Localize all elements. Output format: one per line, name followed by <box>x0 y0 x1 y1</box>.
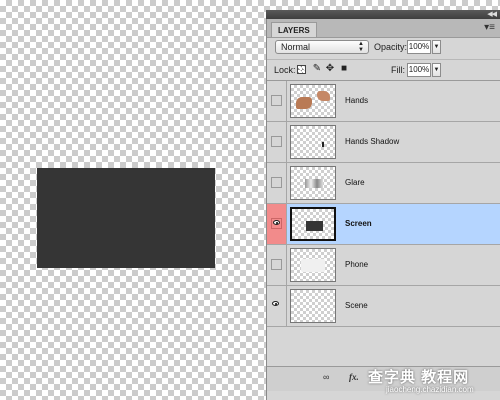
visibility-cell[interactable] <box>267 245 287 285</box>
layer-name: Screen <box>345 219 372 228</box>
visibility-toggle[interactable] <box>271 300 282 311</box>
layer-name: Scene <box>345 301 368 310</box>
eye-icon <box>273 220 280 225</box>
lock-transparent-pixels-icon[interactable] <box>297 65 306 74</box>
hand-shape <box>317 91 330 101</box>
layer-name: Phone <box>345 260 369 269</box>
visibility-toggle[interactable] <box>271 177 282 188</box>
layer-row-hands-shadow[interactable]: Hands Shadow <box>267 122 500 163</box>
opacity-label: Opacity: <box>374 42 408 52</box>
blend-mode-value: Normal <box>281 42 311 52</box>
opacity-dropdown-arrow[interactable]: ▼ <box>432 40 441 54</box>
layer-name: Hands Shadow <box>345 137 400 146</box>
layers-panel: LAYERS ▾≡ Normal ▲ ▼ Opacity: 100% ▼ Lock… <box>266 19 500 400</box>
layer-row-scene[interactable]: Scene <box>267 286 500 327</box>
layer-name: Hands <box>345 96 369 105</box>
visibility-toggle[interactable] <box>271 259 282 270</box>
tab-layers[interactable]: LAYERS <box>271 22 317 37</box>
layer-thumbnail <box>290 289 336 323</box>
opacity-input[interactable]: 100% <box>407 40 431 54</box>
blend-mode-select[interactable]: Normal ▲ ▼ <box>275 40 369 54</box>
screen-thumb-shape <box>306 221 323 231</box>
panel-tab-row: LAYERS ▾≡ <box>267 19 500 38</box>
hand-shape <box>296 97 312 109</box>
visibility-cell[interactable] <box>267 163 287 203</box>
shadow-mark <box>322 142 324 147</box>
fx-button[interactable]: fx. <box>349 372 359 382</box>
layer-name: Glare <box>345 178 365 187</box>
glare-shape <box>305 179 323 188</box>
select-arrows-icon: ▲ ▼ <box>358 41 364 53</box>
lock-all-icon[interactable]: ■ <box>338 63 350 75</box>
panel-title-bar[interactable]: ◀◀ <box>266 10 500 19</box>
layer-row-phone[interactable]: Phone <box>267 245 500 286</box>
collapse-icon[interactable]: ◀◀ <box>487 10 497 19</box>
lock-image-pixels-icon[interactable]: ✎ <box>311 63 323 75</box>
phone-thumb-shape <box>301 259 325 272</box>
layer-row-screen[interactable]: Screen <box>267 204 500 245</box>
layer-row-hands[interactable]: Hands <box>267 81 500 122</box>
watermark-url: jiaocheng.chazidian.com <box>386 385 474 394</box>
lock-label: Lock: <box>274 65 296 75</box>
screen-shape[interactable] <box>37 168 215 268</box>
visibility-cell[interactable] <box>267 81 287 121</box>
fill-label: Fill: <box>391 65 405 75</box>
panel-menu-icon[interactable]: ▾≡ <box>484 22 495 34</box>
layer-thumbnail <box>290 207 336 241</box>
link-layers-icon[interactable]: ∞ <box>323 372 329 382</box>
visibility-toggle[interactable] <box>271 95 282 106</box>
layer-thumbnail <box>290 84 336 118</box>
watermark-logo: 查字典 教程网 <box>368 369 470 386</box>
visibility-cell[interactable] <box>267 122 287 162</box>
blend-row: Normal ▲ ▼ Opacity: 100% ▼ <box>267 39 500 57</box>
layer-row-glare[interactable]: Glare <box>267 163 500 204</box>
fill-input[interactable]: 100% <box>407 63 431 77</box>
layer-thumbnail <box>290 125 336 159</box>
layer-list: Hands Hands Shadow Glare Screen Phone Sc… <box>267 81 500 327</box>
visibility-cell[interactable] <box>267 204 287 244</box>
visibility-toggle[interactable] <box>271 218 282 229</box>
visibility-toggle[interactable] <box>271 136 282 147</box>
lock-position-icon[interactable]: ✥ <box>324 63 336 75</box>
visibility-cell[interactable] <box>267 286 287 326</box>
lock-row: Lock: ✎ ✥ ■ Fill: 100% ▼ <box>267 59 500 81</box>
document-canvas[interactable] <box>0 0 266 400</box>
eye-icon <box>272 301 279 306</box>
fill-dropdown-arrow[interactable]: ▼ <box>432 63 441 77</box>
layer-thumbnail <box>290 166 336 200</box>
layer-thumbnail <box>290 248 336 282</box>
